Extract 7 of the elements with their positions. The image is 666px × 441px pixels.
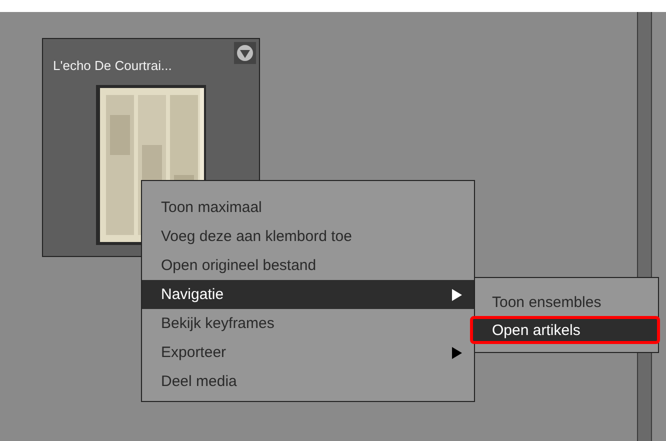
submenu-arrow-icon	[452, 288, 462, 300]
menu-item[interactable]: Navigatie	[142, 280, 474, 309]
submenu-arrow-icon	[452, 346, 462, 358]
card-title: L'echo De Courtrai...	[53, 58, 172, 73]
dropdown-icon[interactable]	[234, 42, 256, 64]
menu-item[interactable]: Open artikels	[470, 316, 660, 344]
menu-item[interactable]: Deel media	[142, 367, 474, 396]
